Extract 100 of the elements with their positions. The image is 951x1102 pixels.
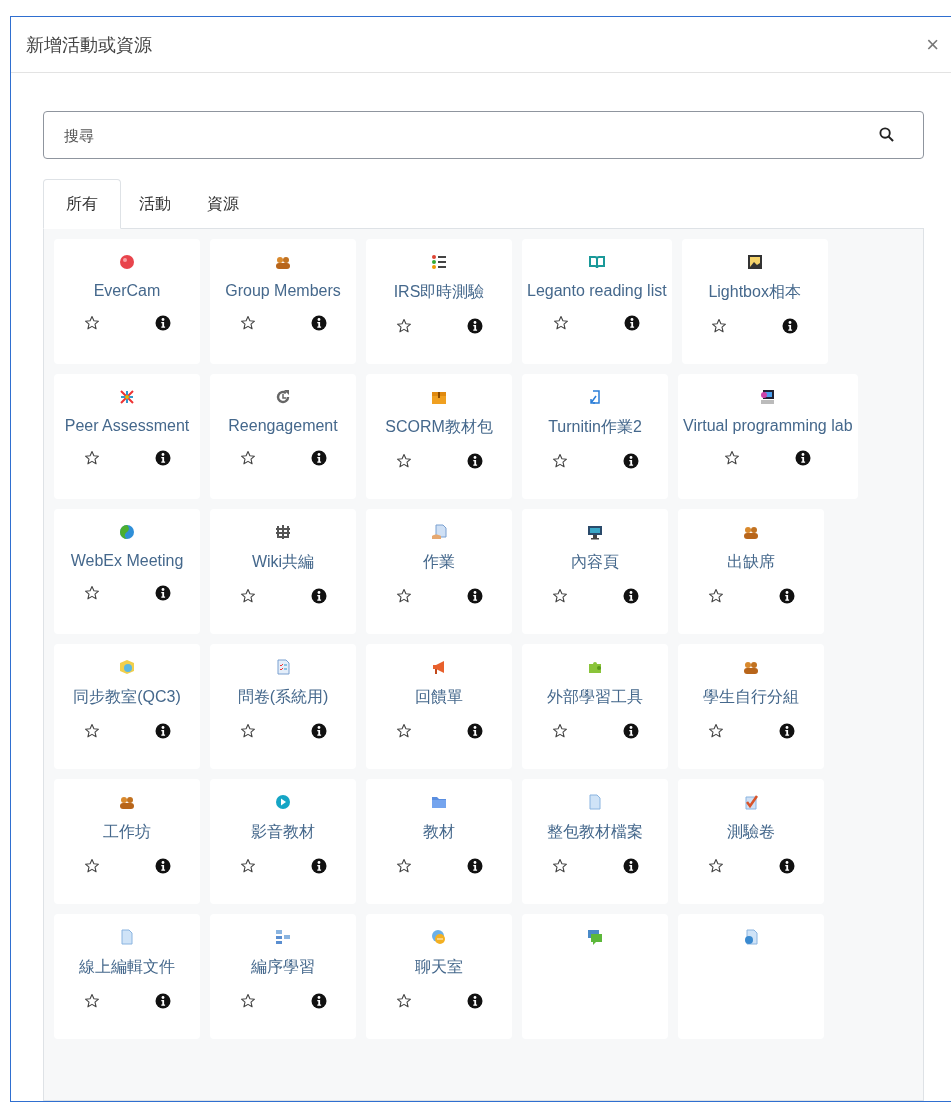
document-icon xyxy=(431,524,447,540)
activity-name: Leganto reading list xyxy=(527,282,667,300)
activity-card[interactable]: 同步教室(QC3) xyxy=(54,644,200,769)
activity-card[interactable]: 聊天室 xyxy=(366,914,512,1039)
activity-card[interactable]: Lightbox相本 xyxy=(681,239,828,364)
star-icon[interactable] xyxy=(395,318,412,334)
star-icon[interactable] xyxy=(551,453,568,469)
search-field[interactable]: 搜尋 xyxy=(43,111,924,159)
activity-card[interactable]: 學生自行分組 xyxy=(678,644,824,769)
star-icon[interactable] xyxy=(83,858,100,874)
star-icon[interactable] xyxy=(707,858,724,874)
info-icon[interactable] xyxy=(466,993,483,1009)
activity-name: 學生自行分組 xyxy=(703,687,799,707)
star-icon[interactable] xyxy=(83,993,100,1009)
info-icon[interactable] xyxy=(622,588,639,604)
info-icon[interactable] xyxy=(778,723,795,739)
star-icon[interactable] xyxy=(395,858,412,874)
activity-card[interactable]: 測驗卷 xyxy=(678,779,824,904)
star-icon[interactable] xyxy=(395,453,412,469)
star-icon[interactable] xyxy=(724,450,741,466)
cube-icon xyxy=(119,659,135,675)
activity-card[interactable]: 線上編輯文件 xyxy=(54,914,200,1039)
activity-card[interactable]: 問卷(系統用) xyxy=(210,644,356,769)
activity-card[interactable]: Wiki共編 xyxy=(210,509,356,634)
star-icon[interactable] xyxy=(239,723,256,739)
activity-name: Group Members xyxy=(225,282,341,300)
info-icon[interactable] xyxy=(154,723,171,739)
star-icon[interactable] xyxy=(711,318,728,334)
activity-card[interactable]: Leganto reading list xyxy=(522,239,672,364)
activity-card[interactable]: 內容頁 xyxy=(522,509,668,634)
activity-name: 線上編輯文件 xyxy=(79,957,175,977)
info-icon[interactable] xyxy=(310,723,327,739)
activity-card[interactable]: 整包教材檔案 xyxy=(522,779,668,904)
people-icon xyxy=(743,524,759,540)
star-icon[interactable] xyxy=(395,723,412,739)
file-icon xyxy=(119,929,135,945)
star-icon[interactable] xyxy=(707,723,724,739)
info-icon[interactable] xyxy=(782,318,799,334)
info-icon[interactable] xyxy=(778,858,795,874)
info-icon[interactable] xyxy=(154,450,171,466)
activity-name: 測驗卷 xyxy=(727,822,775,842)
info-icon[interactable] xyxy=(154,585,171,601)
activity-card[interactable]: 工作坊 xyxy=(54,779,200,904)
activity-card[interactable]: 作業 xyxy=(366,509,512,634)
activity-card[interactable]: IRS即時測驗 xyxy=(366,239,512,364)
activity-card[interactable]: 出缺席 xyxy=(678,509,824,634)
activity-card[interactable]: 外部學習工具 xyxy=(522,644,668,769)
activity-card[interactable]: 編序學習 xyxy=(210,914,356,1039)
info-icon[interactable] xyxy=(622,858,639,874)
star-icon[interactable] xyxy=(551,588,568,604)
info-icon[interactable] xyxy=(466,858,483,874)
activity-card[interactable]: SCORM教材包 xyxy=(366,374,512,499)
info-icon[interactable] xyxy=(622,453,639,469)
star-icon[interactable] xyxy=(239,450,256,466)
tab[interactable]: 資源 xyxy=(189,179,257,229)
info-icon[interactable] xyxy=(310,450,327,466)
star-icon[interactable] xyxy=(83,585,100,601)
star-icon[interactable] xyxy=(551,723,568,739)
star-icon[interactable] xyxy=(395,588,412,604)
info-icon[interactable] xyxy=(466,453,483,469)
info-icon[interactable] xyxy=(778,588,795,604)
star-icon[interactable] xyxy=(551,858,568,874)
info-icon[interactable] xyxy=(795,450,812,466)
activity-card[interactable]: Turnitin作業2 xyxy=(522,374,668,499)
info-icon[interactable] xyxy=(154,315,171,331)
info-icon[interactable] xyxy=(310,588,327,604)
activity-card[interactable]: 教材 xyxy=(366,779,512,904)
tab[interactable]: 活動 xyxy=(121,179,189,229)
star-icon[interactable] xyxy=(239,315,256,331)
close-button[interactable]: × xyxy=(922,31,943,58)
activity-card[interactable]: Peer Assessment xyxy=(54,374,200,499)
star-icon[interactable] xyxy=(83,450,100,466)
activity-card[interactable]: 回饋單 xyxy=(366,644,512,769)
activity-card[interactable]: EverCam xyxy=(54,239,200,364)
star-icon[interactable] xyxy=(239,588,256,604)
activity-card[interactable]: Virtual programming lab xyxy=(678,374,858,499)
activity-card[interactable]: 影音教材 xyxy=(210,779,356,904)
activity-card[interactable]: Group Members xyxy=(210,239,356,364)
info-icon[interactable] xyxy=(466,588,483,604)
star-icon[interactable] xyxy=(83,315,100,331)
activity-card[interactable]: Reengagement xyxy=(210,374,356,499)
info-icon[interactable] xyxy=(310,993,327,1009)
info-icon[interactable] xyxy=(466,723,483,739)
star-icon[interactable] xyxy=(239,858,256,874)
info-icon[interactable] xyxy=(622,723,639,739)
info-icon[interactable] xyxy=(154,993,171,1009)
star-icon[interactable] xyxy=(239,993,256,1009)
activity-card[interactable]: WebEx Meeting xyxy=(54,509,200,634)
megaphone-icon xyxy=(431,659,447,675)
tab[interactable]: 所有 xyxy=(43,179,121,229)
info-icon[interactable] xyxy=(624,315,641,331)
info-icon[interactable] xyxy=(310,858,327,874)
info-icon[interactable] xyxy=(154,858,171,874)
star-icon[interactable] xyxy=(707,588,724,604)
star-icon[interactable] xyxy=(83,723,100,739)
info-icon[interactable] xyxy=(310,315,327,331)
activity-name: 聊天室 xyxy=(415,957,463,977)
star-icon[interactable] xyxy=(395,993,412,1009)
info-icon[interactable] xyxy=(466,318,483,334)
star-icon[interactable] xyxy=(553,315,570,331)
